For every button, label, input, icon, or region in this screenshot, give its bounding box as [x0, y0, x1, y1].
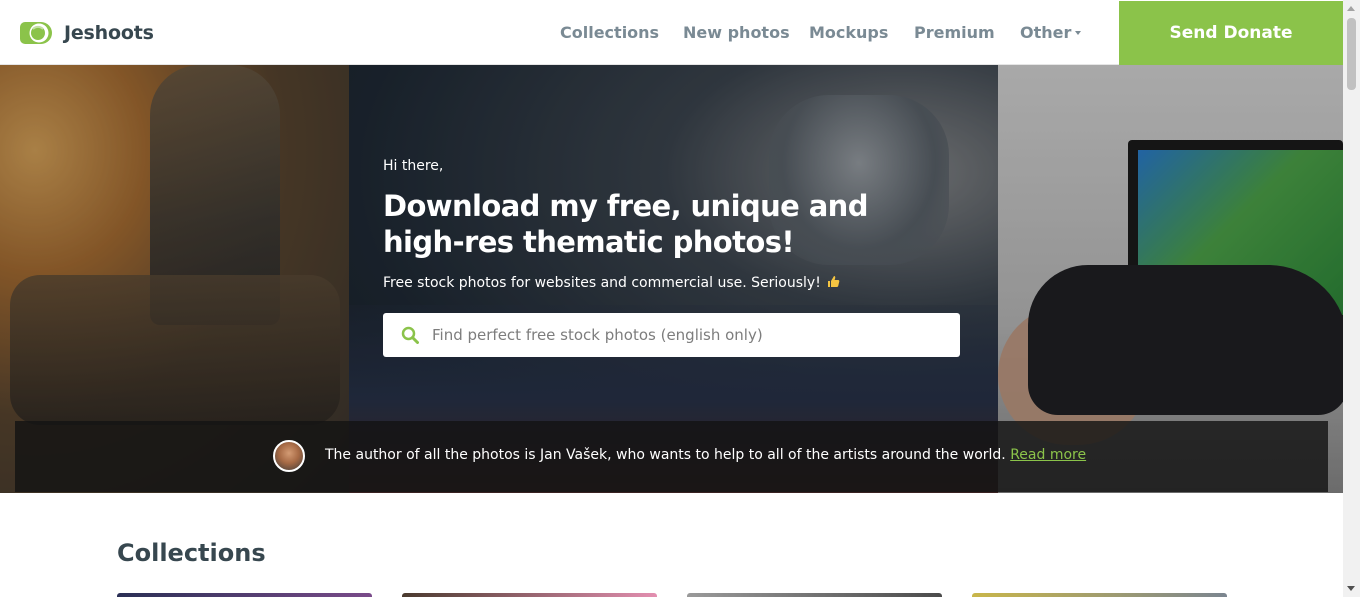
- author-note: The author of all the photos is Jan Vaše…: [325, 447, 1086, 463]
- collections-grid: [0, 593, 1343, 597]
- search-icon[interactable]: [401, 326, 419, 344]
- logo-icon: [19, 20, 53, 45]
- nav-collections[interactable]: Collections: [560, 23, 659, 42]
- collections-heading: Collections: [117, 539, 266, 567]
- hero-greeting: Hi there,: [383, 158, 444, 174]
- hero-headline-line-1: Download my free, unique and: [383, 189, 868, 223]
- collection-card[interactable]: [402, 593, 657, 597]
- caret-down-icon: [1075, 31, 1082, 35]
- author-avatar: [273, 440, 305, 472]
- author-bar: The author of all the photos is Jan Vaše…: [15, 421, 1328, 492]
- hero-section: Hi there, Download my free, unique and h…: [0, 65, 1343, 493]
- collection-card[interactable]: [972, 593, 1227, 597]
- collection-card[interactable]: [117, 593, 372, 597]
- nav-mockups[interactable]: Mockups: [809, 23, 888, 42]
- nav-new-photos[interactable]: New photos: [683, 23, 790, 42]
- logo[interactable]: Jeshoots: [19, 20, 154, 45]
- collection-card[interactable]: [687, 593, 942, 597]
- page-scrollbar[interactable]: [1343, 0, 1360, 597]
- hero-subtitle: Free stock photos for websites and comme…: [383, 275, 840, 291]
- scroll-down-arrow-icon[interactable]: [1347, 586, 1355, 591]
- logo-text: Jeshoots: [64, 21, 154, 44]
- site-header: Jeshoots Collections New photos Mockups …: [0, 0, 1343, 65]
- search-input[interactable]: [432, 313, 942, 357]
- author-text: The author of all the photos is Jan Vaše…: [325, 447, 1006, 463]
- scroll-thumb[interactable]: [1347, 18, 1356, 90]
- send-donate-button[interactable]: Send Donate: [1119, 1, 1343, 65]
- read-more-link[interactable]: Read more: [1010, 447, 1086, 463]
- hero-headline: Download my free, unique and high-res th…: [383, 188, 943, 260]
- search-box: [383, 313, 960, 357]
- hero-subtitle-text: Free stock photos for websites and comme…: [383, 275, 821, 291]
- nav-other-label: Other: [1020, 23, 1072, 42]
- scroll-up-arrow-icon[interactable]: [1347, 6, 1355, 11]
- hero-headline-line-2: high-res thematic photos!: [383, 225, 795, 259]
- thumbs-up-icon: [827, 275, 840, 291]
- nav-other-dropdown[interactable]: Other: [1020, 23, 1082, 42]
- nav-premium[interactable]: Premium: [914, 23, 995, 42]
